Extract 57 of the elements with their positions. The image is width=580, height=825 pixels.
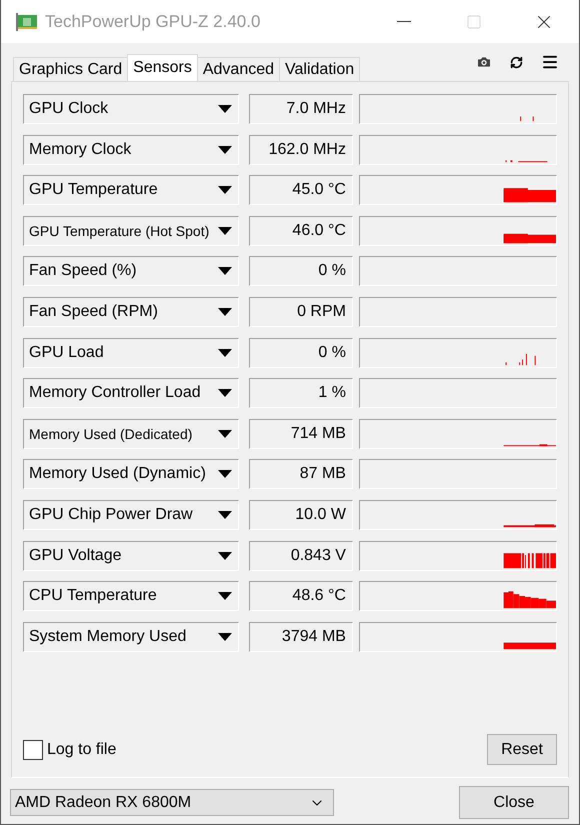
caret-icon	[218, 632, 232, 641]
caret-icon	[218, 267, 232, 276]
sensor-value: 3794 MB	[248, 622, 353, 652]
caret-icon	[218, 510, 232, 519]
sensor-name-dropdown[interactable]: Memory Used (Dedicated)	[23, 418, 239, 449]
sensor-name-dropdown[interactable]: Fan Speed (RPM)	[23, 296, 239, 327]
tab[interactable]: Graphics Card	[13, 57, 128, 81]
graphics-card-icon	[15, 12, 37, 30]
tab[interactable]: Validation	[279, 57, 360, 81]
checkbox-label: Log to file	[47, 740, 116, 758]
sensor-value: 0 %	[248, 256, 353, 286]
sensor-value: 714 MB	[248, 418, 353, 449]
caret-icon	[218, 552, 232, 560]
minimize-icon	[397, 21, 411, 22]
sensor-name-dropdown[interactable]: GPU Temperature	[23, 175, 239, 206]
refresh-icon[interactable]	[510, 56, 523, 68]
sensor-value: 0 RPM	[248, 296, 353, 327]
caret-icon	[218, 470, 232, 478]
caret-icon	[218, 226, 232, 235]
gpu-select[interactable]: AMD Radeon RX 6800M	[10, 789, 334, 816]
sensor-name-dropdown[interactable]: GPU Load	[23, 338, 239, 368]
sensor-name-dropdown[interactable]: Memory Clock	[23, 134, 239, 165]
caret-icon	[218, 348, 232, 357]
sensor-name-dropdown[interactable]: Memory Controller Load	[23, 378, 239, 408]
sensor-name-dropdown[interactable]: Memory Used (Dynamic)	[23, 459, 239, 490]
sensor-value: 87 MB	[248, 459, 353, 490]
menu-icon[interactable]	[541, 53, 559, 71]
sensor-value: 162.0 MHz	[248, 134, 353, 165]
sensor-value: 46.0 °C	[248, 216, 353, 246]
caret-icon	[218, 186, 232, 194]
sensor-value: 48.6 °C	[248, 581, 353, 612]
checkbox[interactable]	[23, 740, 43, 760]
sensor-value: 1 %	[248, 378, 353, 408]
window-title: TechPowerUp GPU-Z 2.40.0	[45, 12, 262, 32]
caret-icon	[218, 430, 232, 438]
sensor-name-dropdown[interactable]: GPU Chip Power Draw	[23, 500, 239, 530]
reset-button[interactable]: Reset	[487, 734, 557, 765]
camera-icon[interactable]	[476, 54, 492, 70]
sensor-name-dropdown[interactable]: System Memory Used	[23, 622, 239, 652]
sensor-name-dropdown[interactable]: Fan Speed (%)	[23, 256, 239, 286]
caret-icon	[218, 592, 232, 600]
close-button[interactable]: Close	[459, 786, 569, 819]
sensor-value: 45.0 °C	[248, 175, 353, 206]
sensor-value: 0 %	[248, 338, 353, 368]
sensor-name-dropdown[interactable]: GPU Clock	[23, 94, 239, 124]
sensor-name-dropdown[interactable]: GPU Voltage	[23, 540, 239, 571]
sensor-value: 0.843 V	[248, 540, 353, 571]
sensor-value: 7.0 MHz	[248, 94, 353, 124]
sensor-name-dropdown[interactable]: CPU Temperature	[23, 581, 239, 612]
maximize-icon	[466, 14, 482, 30]
tab[interactable]: Sensors	[127, 54, 198, 81]
sensor-value: 10.0 W	[248, 500, 353, 530]
caret-icon	[218, 308, 232, 316]
sensor-name-dropdown[interactable]: GPU Temperature (Hot Spot)	[23, 216, 239, 246]
caret-icon	[218, 105, 232, 113]
caret-icon	[218, 389, 232, 398]
caret-icon	[218, 146, 232, 154]
